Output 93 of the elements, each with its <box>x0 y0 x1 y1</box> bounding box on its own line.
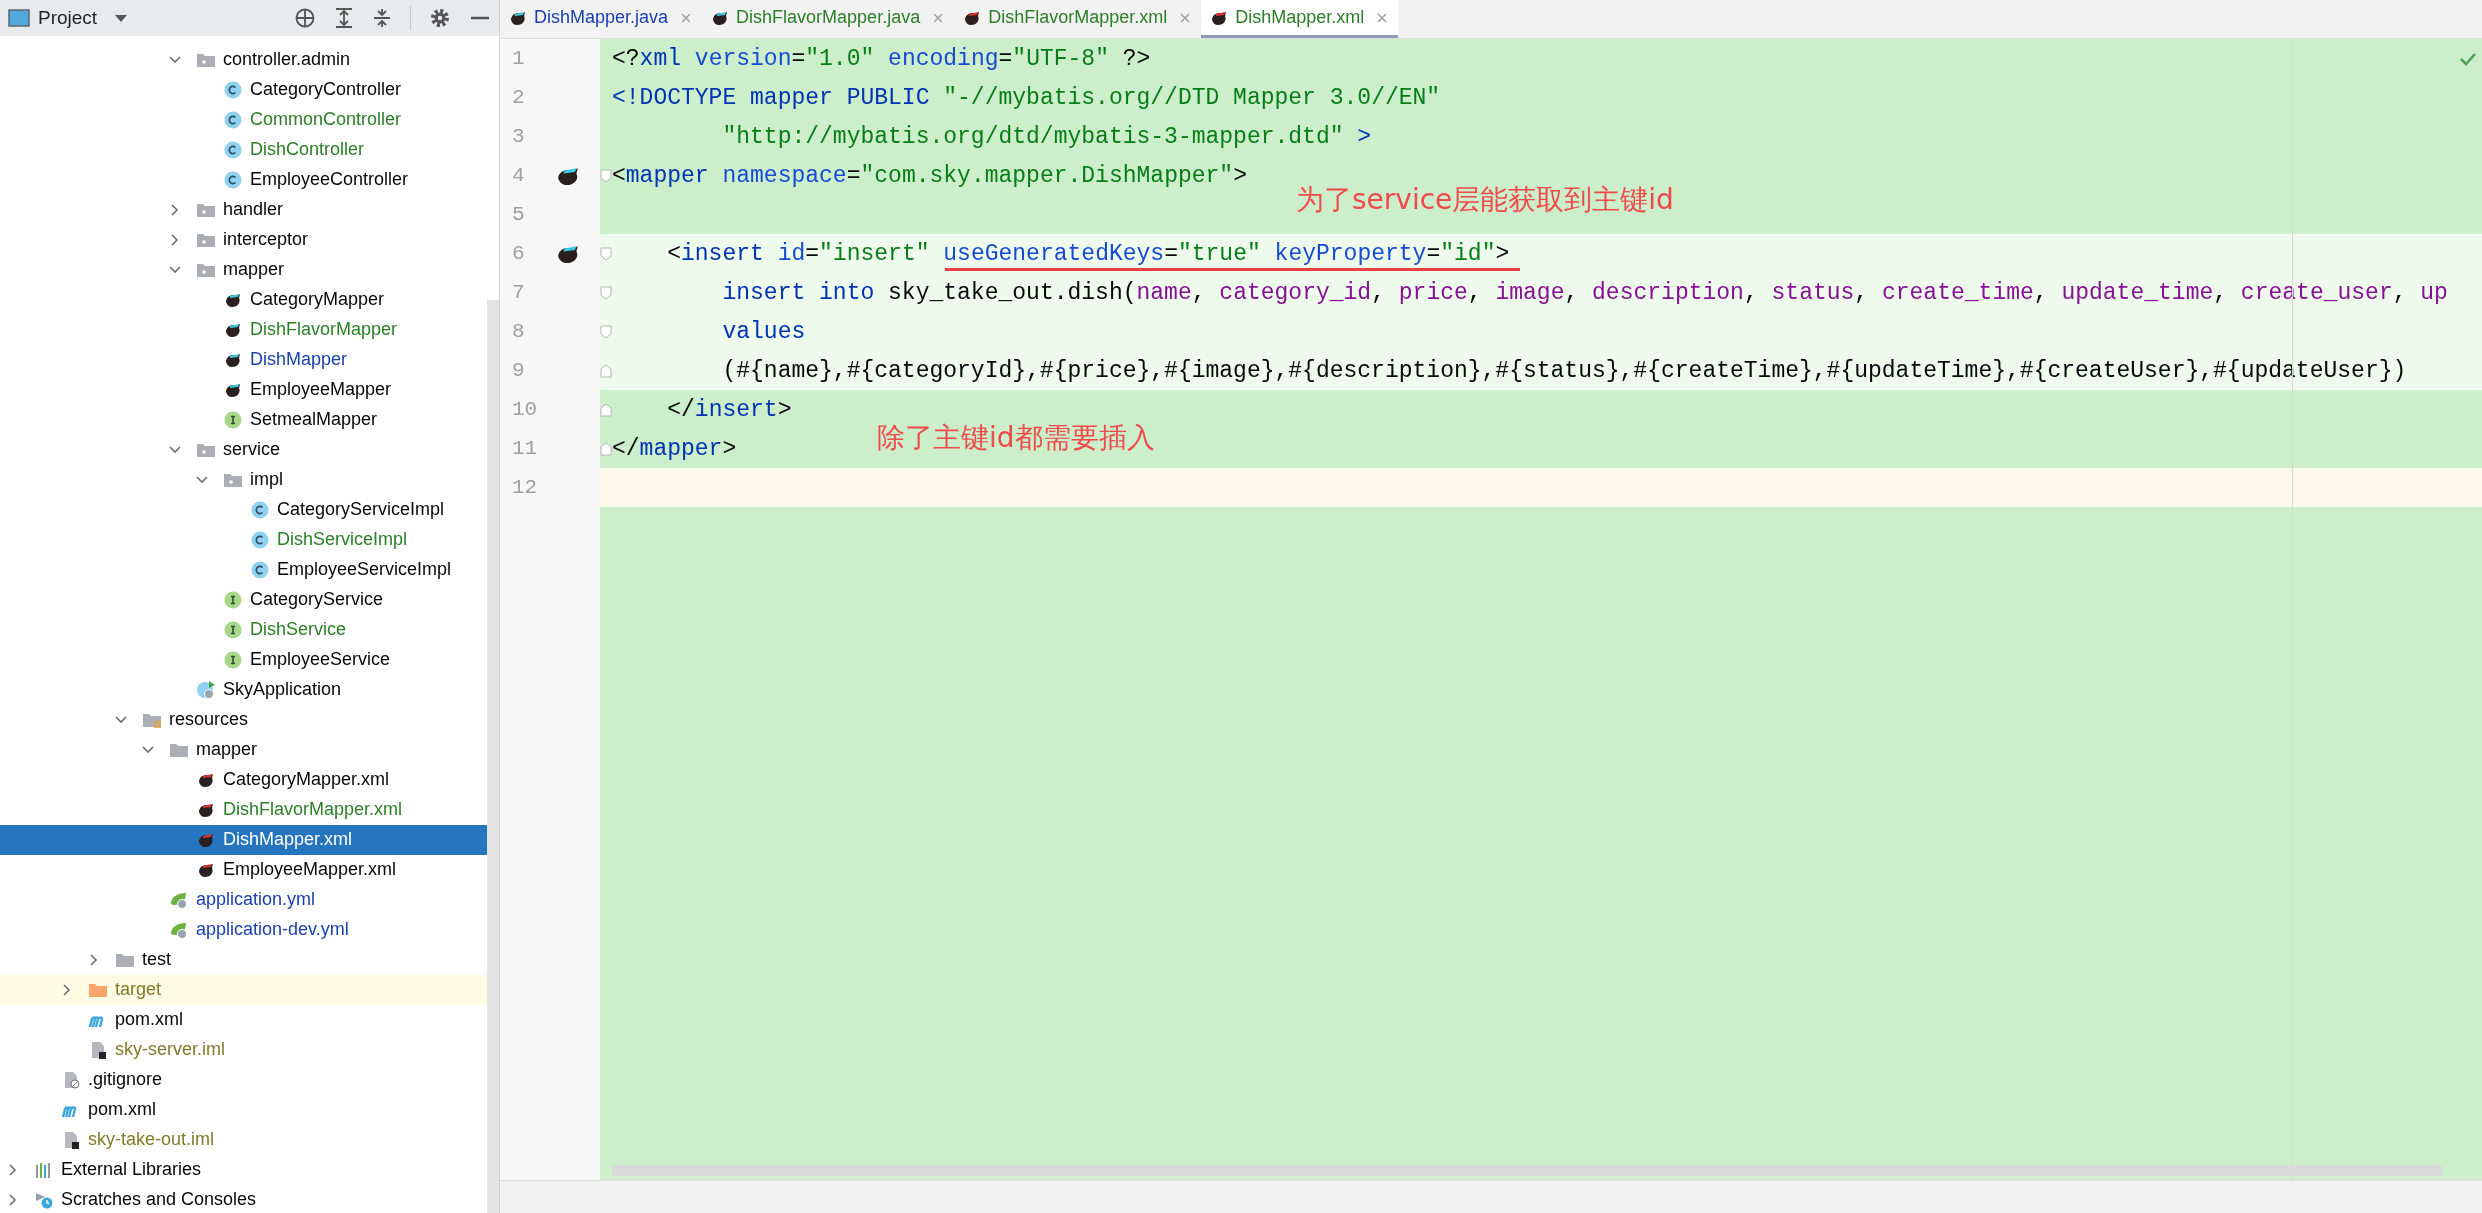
tree-item[interactable]: DishMapper <box>0 344 487 375</box>
tree-item[interactable]: DishServiceImpl <box>0 524 487 555</box>
app-icon <box>196 679 216 700</box>
editor-tab[interactable]: DishMapper.java <box>500 0 703 38</box>
tree-item[interactable]: SkyApplication <box>0 674 487 705</box>
code-line: values <box>721 319 806 344</box>
panel-title[interactable]: Project <box>38 3 98 33</box>
tree-item[interactable]: CategoryMapper <box>0 284 487 315</box>
tree-item[interactable]: controller.admin <box>0 44 487 75</box>
code-line: <!DOCTYPE mapper PUBLIC "-//mybatis.org//DTD Mapper 3.0//EN" <box>612 85 1441 110</box>
tree-item[interactable]: External Libraries <box>0 1154 487 1185</box>
tree-item[interactable]: .gitignore <box>0 1064 487 1095</box>
tree-item[interactable]: application.yml <box>0 884 487 915</box>
line-number: 11 <box>512 435 539 462</box>
tree-item[interactable]: DishFlavorMapper.xml <box>0 794 487 825</box>
tree-item[interactable]: EmployeeMapper <box>0 374 487 405</box>
class-icon <box>223 169 243 190</box>
interface-icon <box>223 649 243 670</box>
code-line: </mapper> <box>612 436 737 461</box>
tree-item[interactable]: CategoryMapper.xml <box>0 764 487 795</box>
line-number: 4 <box>512 162 526 189</box>
fold-marker-icon[interactable] <box>600 323 612 340</box>
editor-tab[interactable]: DishFlavorMapper.xml <box>954 0 1202 38</box>
tree-item[interactable]: EmployeeController <box>0 164 487 195</box>
settings-icon[interactable] <box>429 6 451 29</box>
scrollbar[interactable] <box>487 299 499 1213</box>
class-icon <box>250 559 270 580</box>
tree-item[interactable]: pom.xml <box>0 1004 487 1035</box>
tree-item[interactable]: service <box>0 434 487 465</box>
line-number: 8 <box>512 318 526 345</box>
interface-icon <box>223 409 243 430</box>
line-number: 12 <box>512 474 539 501</box>
tree-item[interactable]: test <box>0 944 487 975</box>
tree-item[interactable]: application-dev.yml <box>0 914 487 945</box>
code-line: <mapper namespace="com.sky.mapper.DishMapper"> <box>612 163 1247 188</box>
tree-item[interactable]: DishMapper.xml <box>0 824 487 855</box>
tree-item[interactable]: resources <box>0 704 487 735</box>
tree-item[interactable]: Scratches and Consoles <box>0 1184 487 1213</box>
tree-item[interactable]: CategoryService <box>0 584 487 615</box>
code-line: <?xml version="1.0" encoding="UTF-8" ?> <box>612 46 1151 71</box>
line-number: 10 <box>512 396 539 423</box>
code-line: <insert id="insert" useGeneratedKeys="true" keyProperty="id"> <box>666 241 1510 266</box>
tree-item[interactable]: DishController <box>0 134 487 165</box>
tree-item[interactable]: SetmealMapper <box>0 404 487 435</box>
tree-item[interactable]: sky-server.iml <box>0 1034 487 1065</box>
collapse-all-icon[interactable] <box>372 6 392 29</box>
tree-item[interactable]: pom.xml <box>0 1094 487 1125</box>
annotation-text: 除了主键id都需要插入 <box>877 421 1155 455</box>
code-line: </insert> <box>666 397 792 422</box>
fold-marker-icon[interactable] <box>600 362 612 379</box>
code-line: (#{name},#{categoryId},#{price},#{image},#{description},#{status},#{createTime},#{updateTime},#{createUser},#{updateUser}) <box>721 358 2407 383</box>
fold-marker-icon[interactable] <box>600 284 612 301</box>
code-line: "http://mybatis.org/dtd/mybatis-3-mapper.dtd" > <box>721 124 1372 149</box>
editor-tab[interactable]: DishFlavorMapper.java <box>702 0 955 38</box>
class-icon <box>223 79 243 100</box>
fold-marker-icon[interactable] <box>600 167 612 184</box>
tree-item[interactable]: EmployeeService <box>0 644 487 675</box>
tree-item[interactable]: handler <box>0 194 487 225</box>
expand-all-icon[interactable] <box>334 6 354 29</box>
annotation-text: 为了service层能获取到主键id <box>1296 183 1674 217</box>
tree-item[interactable]: mapper <box>0 734 487 765</box>
tree-item[interactable]: impl <box>0 464 487 495</box>
fold-marker-icon[interactable] <box>600 245 612 262</box>
line-number: 9 <box>512 357 526 384</box>
tree-item[interactable]: mapper <box>0 254 487 285</box>
tree-item[interactable]: EmployeeServiceImpl <box>0 554 487 585</box>
interface-icon <box>223 619 243 640</box>
line-number: 5 <box>512 201 526 228</box>
project-view-icon <box>8 7 30 28</box>
tree-item[interactable]: interceptor <box>0 224 487 255</box>
tree-item[interactable]: target <box>0 974 487 1005</box>
class-icon <box>250 499 270 520</box>
tree-item[interactable]: EmployeeMapper.xml <box>0 854 487 885</box>
fold-marker-icon[interactable] <box>600 440 612 457</box>
line-number: 6 <box>512 240 526 267</box>
class-icon <box>223 109 243 130</box>
tree-item[interactable]: sky-take-out.iml <box>0 1124 487 1155</box>
editor-tab[interactable]: DishMapper.xml <box>1201 0 1399 38</box>
class-icon <box>223 139 243 160</box>
interface-icon <box>223 589 243 610</box>
tree-item[interactable]: CategoryController <box>0 74 487 105</box>
tree-item[interactable]: CommonController <box>0 104 487 135</box>
locate-icon[interactable] <box>294 6 316 29</box>
fold-marker-icon[interactable] <box>600 401 612 418</box>
class-icon <box>250 529 270 550</box>
code-line: insert into sky_take_out.dish(name, category_id, price, image, description, status, create_time, update_time, create_user, up <box>721 280 2448 305</box>
line-number: 3 <box>512 123 526 150</box>
tree-item[interactable]: DishFlavorMapper <box>0 314 487 345</box>
line-number: 1 <box>512 45 526 72</box>
tree-item[interactable]: DishService <box>0 614 487 645</box>
line-number: 2 <box>512 84 526 111</box>
tree-item[interactable]: CategoryServiceImpl <box>0 494 487 525</box>
line-number: 7 <box>512 279 526 306</box>
